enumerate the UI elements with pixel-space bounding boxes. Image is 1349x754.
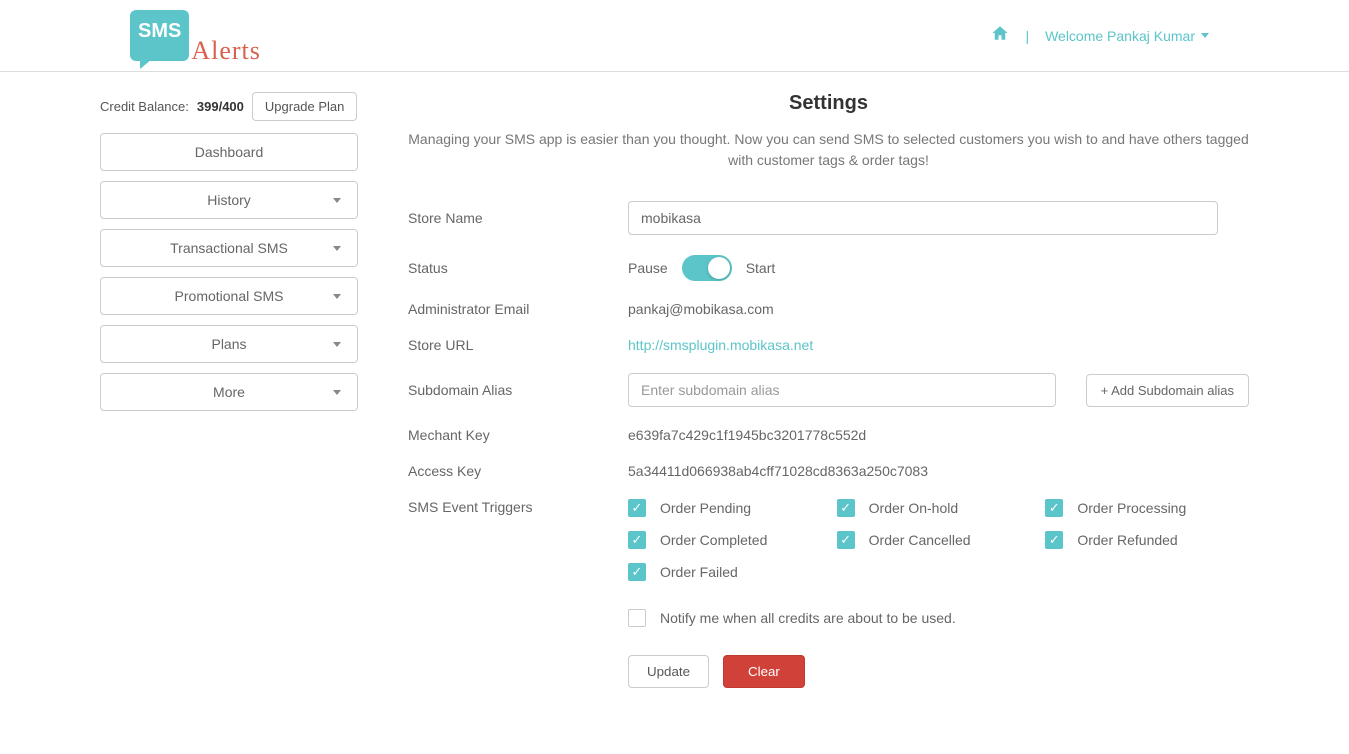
start-label: Start	[746, 260, 776, 276]
trigger-order-cancelled: ✓ Order Cancelled	[837, 531, 1040, 549]
store-name-input[interactable]	[628, 201, 1218, 235]
nav-transactional-sms[interactable]: Transactional SMS	[100, 229, 358, 267]
add-subdomain-button[interactable]: + Add Subdomain alias	[1086, 374, 1249, 407]
checkbox[interactable]: ✓	[628, 531, 646, 549]
action-buttons: Update Clear	[628, 655, 1249, 688]
toggle-knob	[708, 257, 730, 279]
page-title: Settings	[408, 92, 1249, 115]
row-store-url: Store URL http://smsplugin.mobikasa.net	[408, 337, 1249, 353]
merchant-key-value: e639fa7c429c1f1945bc3201778c552d	[628, 427, 1249, 443]
row-triggers: SMS Event Triggers ✓ Order Pending ✓ Ord…	[408, 499, 1249, 688]
row-store-name: Store Name	[408, 201, 1249, 235]
separator: |	[1025, 28, 1029, 44]
nav-label: More	[213, 384, 245, 400]
logo[interactable]: SMS Alerts	[130, 10, 261, 61]
access-key-value: 5a34411d066938ab4cff71028cd8363a250c7083	[628, 463, 1249, 479]
nav-promotional-sms[interactable]: Promotional SMS	[100, 277, 358, 315]
checkbox[interactable]: ✓	[837, 499, 855, 517]
welcome-label: Welcome Pankaj Kumar	[1045, 28, 1195, 44]
credit-value: 399/400	[197, 99, 244, 114]
page-subtitle: Managing your SMS app is easier than you…	[408, 129, 1249, 171]
chevron-down-icon	[333, 198, 341, 203]
checkbox[interactable]: ✓	[837, 531, 855, 549]
upgrade-plan-button[interactable]: Upgrade Plan	[252, 92, 358, 121]
row-subdomain: Subdomain Alias + Add Subdomain alias	[408, 373, 1249, 407]
store-url-link[interactable]: http://smsplugin.mobikasa.net	[628, 337, 1249, 353]
nav-more[interactable]: More	[100, 373, 358, 411]
nav-label: Promotional SMS	[175, 288, 284, 304]
chevron-down-icon	[333, 390, 341, 395]
pause-label: Pause	[628, 260, 668, 276]
nav-label: History	[207, 192, 251, 208]
trigger-label: Order On-hold	[869, 500, 958, 516]
chevron-down-icon	[333, 342, 341, 347]
trigger-label: Order Refunded	[1077, 532, 1177, 548]
notify-label: Notify me when all credits are about to …	[660, 610, 956, 626]
credit-label: Credit Balance:	[100, 99, 189, 114]
update-button[interactable]: Update	[628, 655, 709, 688]
row-admin-email: Administrator Email pankaj@mobikasa.com	[408, 301, 1249, 317]
checkbox[interactable]: ✓	[628, 563, 646, 581]
status-toggle[interactable]	[682, 255, 732, 281]
triggers-label: SMS Event Triggers	[408, 499, 628, 515]
clear-button[interactable]: Clear	[723, 655, 805, 688]
trigger-label: Order Failed	[660, 564, 738, 580]
trigger-label: Order Completed	[660, 532, 767, 548]
nav-plans[interactable]: Plans	[100, 325, 358, 363]
trigger-label: Order Cancelled	[869, 532, 971, 548]
checkbox[interactable]: ✓	[1045, 499, 1063, 517]
nav-label: Dashboard	[195, 144, 264, 160]
logo-sms: SMS	[130, 10, 189, 61]
home-icon[interactable]	[991, 24, 1009, 47]
trigger-order-refunded: ✓ Order Refunded	[1045, 531, 1248, 549]
logo-alerts: Alerts	[191, 36, 261, 66]
header-right: | Welcome Pankaj Kumar	[991, 24, 1209, 47]
row-merchant-key: Mechant Key e639fa7c429c1f1945bc3201778c…	[408, 427, 1249, 443]
trigger-label: Order Pending	[660, 500, 751, 516]
sidebar: Credit Balance: 399/400 Upgrade Plan Das…	[100, 92, 358, 708]
checkbox[interactable]: ✓	[1045, 531, 1063, 549]
nav-label: Transactional SMS	[170, 240, 288, 256]
notify-checkbox[interactable]	[628, 609, 646, 627]
store-url-label: Store URL	[408, 337, 628, 353]
trigger-label: Order Processing	[1077, 500, 1186, 516]
credit-balance-row: Credit Balance: 399/400 Upgrade Plan	[100, 92, 358, 121]
chevron-down-icon	[1201, 33, 1209, 38]
checkbox[interactable]: ✓	[628, 499, 646, 517]
row-access-key: Access Key 5a34411d066938ab4cff71028cd83…	[408, 463, 1249, 479]
notify-row: Notify me when all credits are about to …	[628, 609, 1249, 627]
merchant-key-label: Mechant Key	[408, 427, 628, 443]
header: SMS Alerts | Welcome Pankaj Kumar	[0, 0, 1349, 72]
main-container: Credit Balance: 399/400 Upgrade Plan Das…	[0, 72, 1349, 748]
subdomain-label: Subdomain Alias	[408, 382, 628, 398]
subdomain-input[interactable]	[628, 373, 1056, 407]
nav-history[interactable]: History	[100, 181, 358, 219]
trigger-order-processing: ✓ Order Processing	[1045, 499, 1248, 517]
trigger-order-onhold: ✓ Order On-hold	[837, 499, 1040, 517]
admin-email-value: pankaj@mobikasa.com	[628, 301, 1249, 317]
chevron-down-icon	[333, 246, 341, 251]
user-menu[interactable]: Welcome Pankaj Kumar	[1045, 28, 1209, 44]
content: Settings Managing your SMS app is easier…	[408, 92, 1249, 708]
access-key-label: Access Key	[408, 463, 628, 479]
nav-label: Plans	[211, 336, 246, 352]
chevron-down-icon	[333, 294, 341, 299]
admin-email-label: Administrator Email	[408, 301, 628, 317]
nav-dashboard[interactable]: Dashboard	[100, 133, 358, 171]
store-name-label: Store Name	[408, 210, 628, 226]
trigger-order-completed: ✓ Order Completed	[628, 531, 831, 549]
row-status: Status Pause Start	[408, 255, 1249, 281]
status-label: Status	[408, 260, 628, 276]
trigger-order-pending: ✓ Order Pending	[628, 499, 831, 517]
trigger-order-failed: ✓ Order Failed	[628, 563, 831, 581]
